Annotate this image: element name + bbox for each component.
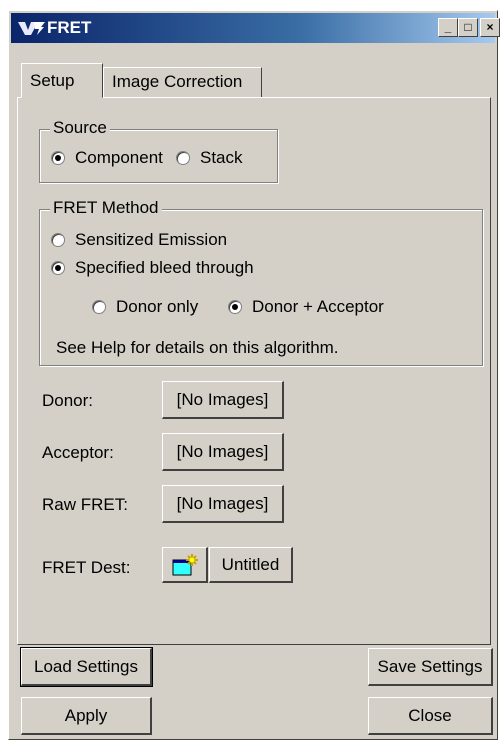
tab-setup[interactable]: Setup xyxy=(21,63,103,98)
close-button[interactable]: Close xyxy=(368,697,493,735)
radio-stack[interactable]: Stack xyxy=(176,148,243,168)
setup-panel: Source Component Stack FRET Method Sensi… xyxy=(17,97,491,645)
radio-component-indicator xyxy=(51,151,65,165)
donor-image-button[interactable]: [No Images] xyxy=(162,381,284,419)
radio-donor-acceptor-indicator xyxy=(228,300,242,314)
new-window-icon xyxy=(172,553,198,575)
radio-sensitized-emission-label: Sensitized Emission xyxy=(75,230,228,249)
fret-dest-label: FRET Dest: xyxy=(42,558,131,577)
radio-stack-label: Stack xyxy=(200,148,243,167)
raw-fret-image-button[interactable]: [No Images] xyxy=(162,485,284,523)
minimize-button[interactable]: _ xyxy=(438,18,458,37)
load-settings-button[interactable]: Load Settings xyxy=(20,647,153,687)
close-window-button[interactable]: × xyxy=(480,18,500,37)
donor-label: Donor: xyxy=(42,391,94,410)
radio-specified-bleed-through[interactable]: Specified bleed through xyxy=(51,258,254,278)
radio-donor-only[interactable]: Donor only xyxy=(92,297,198,317)
radio-sensitized-emission-indicator xyxy=(51,233,65,247)
radio-donor-only-label: Donor only xyxy=(116,297,199,316)
save-settings-button[interactable]: Save Settings xyxy=(368,648,493,686)
maximize-button[interactable]: □ xyxy=(458,18,478,37)
fret-window: FRET _ □ × Setup Image Correction Source… xyxy=(8,10,500,740)
fret-dest-button[interactable]: Untitled xyxy=(209,547,293,583)
radio-donor-acceptor-label: Donor + Acceptor xyxy=(252,297,384,316)
title-bar[interactable]: FRET _ □ × xyxy=(11,13,500,43)
radio-component-label: Component xyxy=(75,148,163,167)
radio-sensitized-emission[interactable]: Sensitized Emission xyxy=(51,230,227,250)
radio-specified-bleed-through-indicator xyxy=(51,261,65,275)
acceptor-image-button[interactable]: [No Images] xyxy=(162,433,284,471)
acceptor-label: Acceptor: xyxy=(42,443,114,462)
app-logo-icon xyxy=(18,22,45,35)
radio-specified-bleed-through-label: Specified bleed through xyxy=(75,258,254,277)
radio-donor-only-indicator xyxy=(92,300,106,314)
tab-setup-label: Setup xyxy=(30,71,75,90)
source-group: Source Component Stack xyxy=(39,118,278,183)
fret-method-legend: FRET Method xyxy=(50,198,162,218)
tab-image-correction-label: Image Correction xyxy=(112,72,243,91)
raw-fret-label: Raw FRET: xyxy=(42,495,128,514)
radio-donor-acceptor[interactable]: Donor + Acceptor xyxy=(228,297,384,317)
apply-button[interactable]: Apply xyxy=(21,697,152,735)
tab-image-correction[interactable]: Image Correction xyxy=(103,67,262,97)
window-title: FRET xyxy=(47,18,92,37)
help-text: See Help for details on this algorithm. xyxy=(56,338,339,357)
radio-stack-indicator xyxy=(176,151,190,165)
source-legend: Source xyxy=(50,118,110,138)
new-dest-button[interactable] xyxy=(162,547,208,583)
radio-component[interactable]: Component xyxy=(51,148,163,168)
fret-method-group: FRET Method Sensitized Emission Specifie… xyxy=(39,198,483,366)
